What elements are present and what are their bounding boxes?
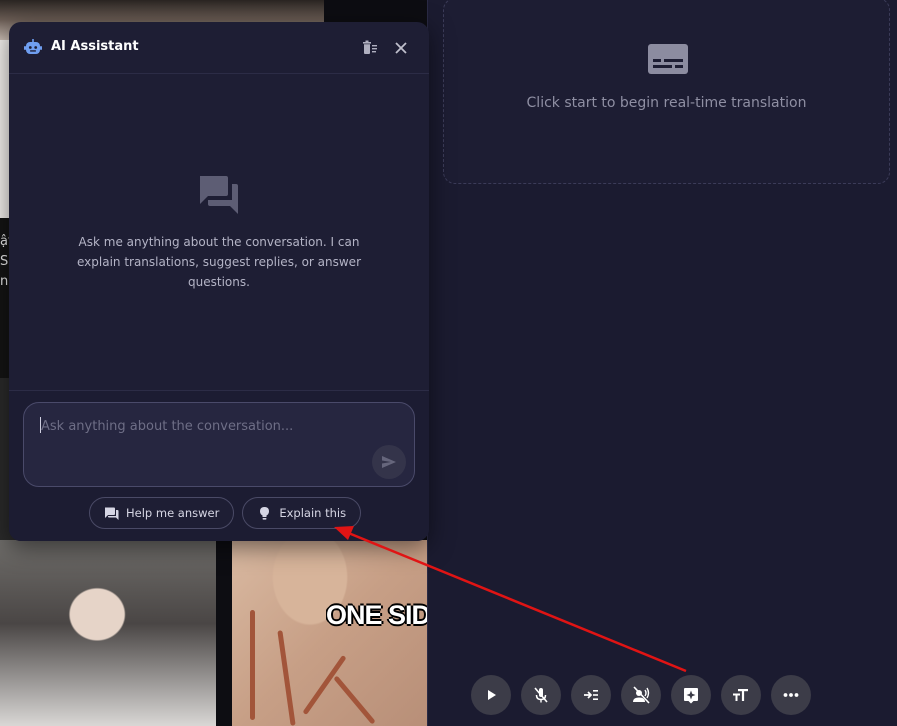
translation-panel: Click start to begin real-time translati… (427, 0, 897, 726)
input-button[interactable] (571, 675, 611, 715)
empty-state: Ask me anything about the conversation. … (9, 172, 429, 292)
voice-off-icon (633, 686, 650, 704)
text-size-button[interactable] (721, 675, 761, 715)
ai-assistant-panel: AI Assistant Ask me anything about the c… (9, 22, 429, 541)
more-horiz-icon (783, 693, 799, 697)
assistant-title: AI Assistant (51, 39, 139, 54)
assistant-icon (684, 688, 698, 704)
text-size-icon (733, 689, 748, 701)
mute-mic-button[interactable] (521, 675, 561, 715)
explain-this-button[interactable]: Explain this (242, 497, 362, 529)
input-icon (584, 690, 598, 700)
mic-off-icon (534, 687, 548, 703)
question-answer-icon (105, 507, 119, 520)
suggestion-chips: Help me answer Explain this (89, 497, 362, 529)
translation-hint: Click start to begin real-time translati… (526, 95, 807, 111)
send-button[interactable] (372, 445, 406, 479)
voice-off-button[interactable] (621, 675, 661, 715)
translation-output-area: Click start to begin real-time translati… (443, 0, 890, 184)
clear-history-icon[interactable] (361, 39, 379, 57)
help-me-answer-button[interactable]: Help me answer (89, 497, 235, 529)
play-icon (488, 690, 496, 700)
assistant-input-area: Help me answer Explain this (9, 390, 429, 541)
robot-icon (24, 39, 42, 54)
chip-label: Help me answer (126, 506, 220, 520)
control-toolbar (471, 675, 811, 715)
play-button[interactable] (471, 675, 511, 715)
video-overlay-caption: ONE SID (326, 600, 427, 630)
assistant-header: AI Assistant (9, 22, 429, 74)
send-icon (382, 456, 396, 468)
close-icon[interactable] (392, 39, 410, 57)
video-thumbnail[interactable] (0, 540, 216, 726)
more-button[interactable] (771, 675, 811, 715)
forum-icon (200, 176, 238, 214)
ask-input[interactable] (39, 413, 363, 439)
text-cursor (40, 417, 41, 433)
chip-label: Explain this (279, 506, 347, 520)
lightbulb-icon (260, 506, 270, 520)
subtitles-icon (648, 44, 688, 74)
ai-assistant-button[interactable] (671, 675, 711, 715)
ask-box (23, 402, 415, 487)
empty-state-message: Ask me anything about the conversation. … (76, 235, 361, 289)
video-thumbnail[interactable] (232, 540, 427, 726)
